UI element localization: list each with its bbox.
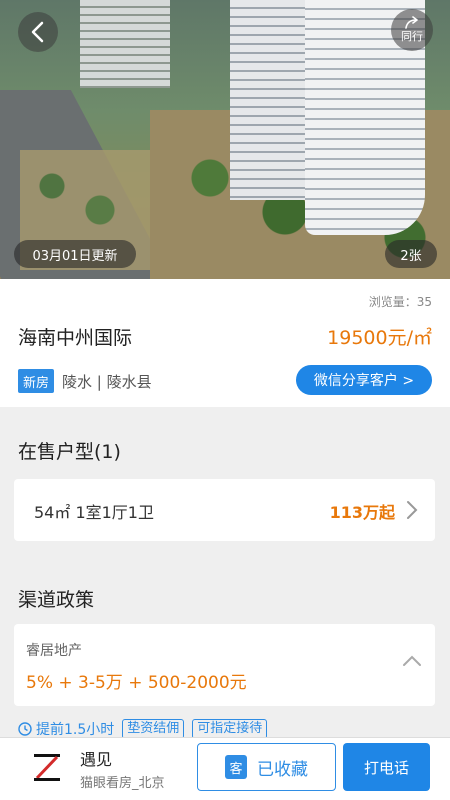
bottom-action-bar: 遇见 猫眼看房_北京 客 已收藏 打电话: [0, 737, 450, 800]
chevron-up-icon[interactable]: [401, 654, 423, 668]
policy-section-title: 渠道政策: [18, 589, 95, 611]
policy-card[interactable]: 睿居地产 5% + 3-5万 + 500-2000元: [14, 624, 435, 706]
policy-tag: 垫资结佣: [122, 719, 185, 739]
wechat-share-button[interactable]: 微信分享客户 >: [296, 365, 432, 395]
share-label: 同行: [401, 30, 423, 43]
property-type-badge: 新房: [18, 369, 54, 393]
chevron-right-icon: [407, 501, 418, 519]
property-location: 陵水 | 陵水县: [62, 373, 152, 391]
policy-tag: 可指定接待: [192, 719, 268, 739]
commission-terms: 5% + 3-5万 + 500-2000元: [26, 673, 247, 693]
unit-price: 113万起: [329, 503, 395, 522]
clock-icon: [18, 722, 32, 736]
unit-list-item[interactable]: 54㎡ 1室1厅1卫 113万起: [14, 479, 435, 541]
agent-company: 猫眼看房_北京: [80, 776, 165, 791]
property-info-card: 浏览量：35 海南中州国际 19500元/㎡ 新房 陵水 | 陵水县 微信分享客…: [0, 279, 450, 407]
favorite-label: 已收藏: [257, 759, 308, 780]
brand-logo-icon: [34, 754, 60, 781]
property-photo[interactable]: 同行 03月01日更新 2张: [0, 0, 450, 279]
unit-description: 54㎡ 1室1厅1卫: [34, 503, 154, 522]
agent-name: 遇见: [80, 750, 113, 769]
view-count: 浏览量：35: [368, 295, 432, 309]
property-title: 海南中州国际: [18, 327, 133, 349]
back-button[interactable]: [18, 12, 58, 52]
update-date-badge: 03月01日更新: [14, 240, 136, 268]
client-badge-icon: 客: [225, 755, 247, 779]
units-section-title: 在售户型(1): [18, 441, 121, 463]
back-arrow-icon: [31, 21, 44, 43]
property-detail-page: 同行 03月01日更新 2张 浏览量：35 海南中州国际 19500元/㎡ 新房…: [0, 0, 450, 800]
share-button[interactable]: 同行: [391, 9, 433, 51]
policy-tag: 提前1.5小时: [36, 722, 115, 738]
call-button[interactable]: 打电话: [343, 743, 430, 791]
favorite-button[interactable]: 客 已收藏: [197, 743, 336, 791]
agency-name: 睿居地产: [26, 643, 82, 659]
photo-count-badge: 2张: [385, 240, 437, 268]
property-price: 19500元/㎡: [327, 327, 432, 349]
